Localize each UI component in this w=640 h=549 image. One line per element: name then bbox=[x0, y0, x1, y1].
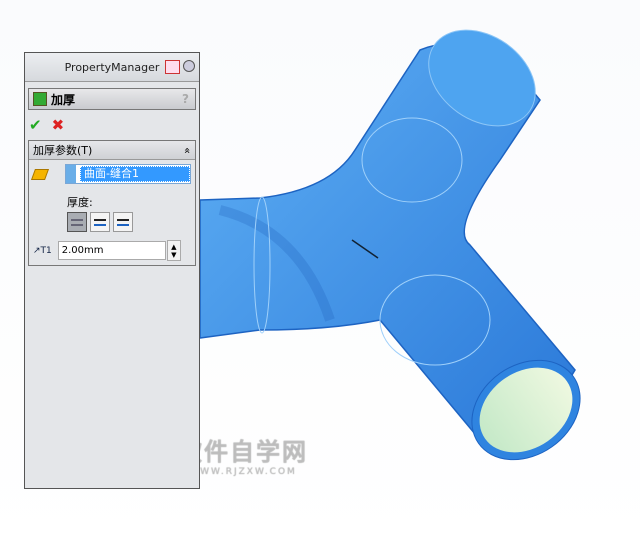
collapse-icon[interactable]: « bbox=[181, 147, 194, 154]
thickness-label: 厚度: bbox=[67, 196, 93, 209]
spin-down-button[interactable]: ▼ bbox=[171, 251, 176, 259]
surface-icon bbox=[30, 168, 50, 180]
y-pipe-model[interactable] bbox=[199, 10, 599, 480]
thickness-spinner[interactable]: ▲ ▼ bbox=[166, 240, 181, 261]
pin-icon[interactable] bbox=[183, 60, 195, 72]
group-title: 加厚参数(T) bbox=[33, 144, 93, 157]
panel-title: PropertyManager bbox=[64, 60, 160, 74]
cancel-button[interactable]: ✖ bbox=[52, 116, 65, 134]
surface-selection-box[interactable]: 曲面-缝合1 bbox=[65, 164, 191, 184]
feature-name: 加厚 bbox=[51, 92, 76, 107]
thicken-side2-button[interactable] bbox=[113, 212, 133, 232]
split-panel-icon[interactable] bbox=[165, 60, 180, 74]
thicken-both-sides-button[interactable] bbox=[90, 212, 110, 232]
thicken-side1-button[interactable] bbox=[67, 212, 87, 232]
group-header[interactable]: 加厚参数(T) « bbox=[29, 141, 195, 160]
feature-header: 加厚 ? bbox=[28, 88, 196, 110]
ok-button[interactable]: ✔ bbox=[29, 116, 42, 134]
thicken-parameters-group: 加厚参数(T) « 曲面-缝合1 厚度: ↗T1 ▲ ▼ bbox=[28, 140, 196, 266]
help-icon[interactable]: ? bbox=[182, 92, 189, 106]
property-manager-panel: PropertyManager 加厚 ? ✔ ✖ 加厚参数(T) « 曲面-缝合… bbox=[24, 52, 200, 489]
selected-surface-item[interactable]: 曲面-缝合1 bbox=[80, 166, 190, 182]
spin-up-button[interactable]: ▲ bbox=[171, 243, 176, 251]
thicken-icon bbox=[33, 92, 47, 106]
thickness-input[interactable] bbox=[57, 241, 166, 260]
thickness-t1-icon: ↗T1 bbox=[33, 245, 52, 256]
property-manager-header: PropertyManager bbox=[25, 53, 199, 82]
